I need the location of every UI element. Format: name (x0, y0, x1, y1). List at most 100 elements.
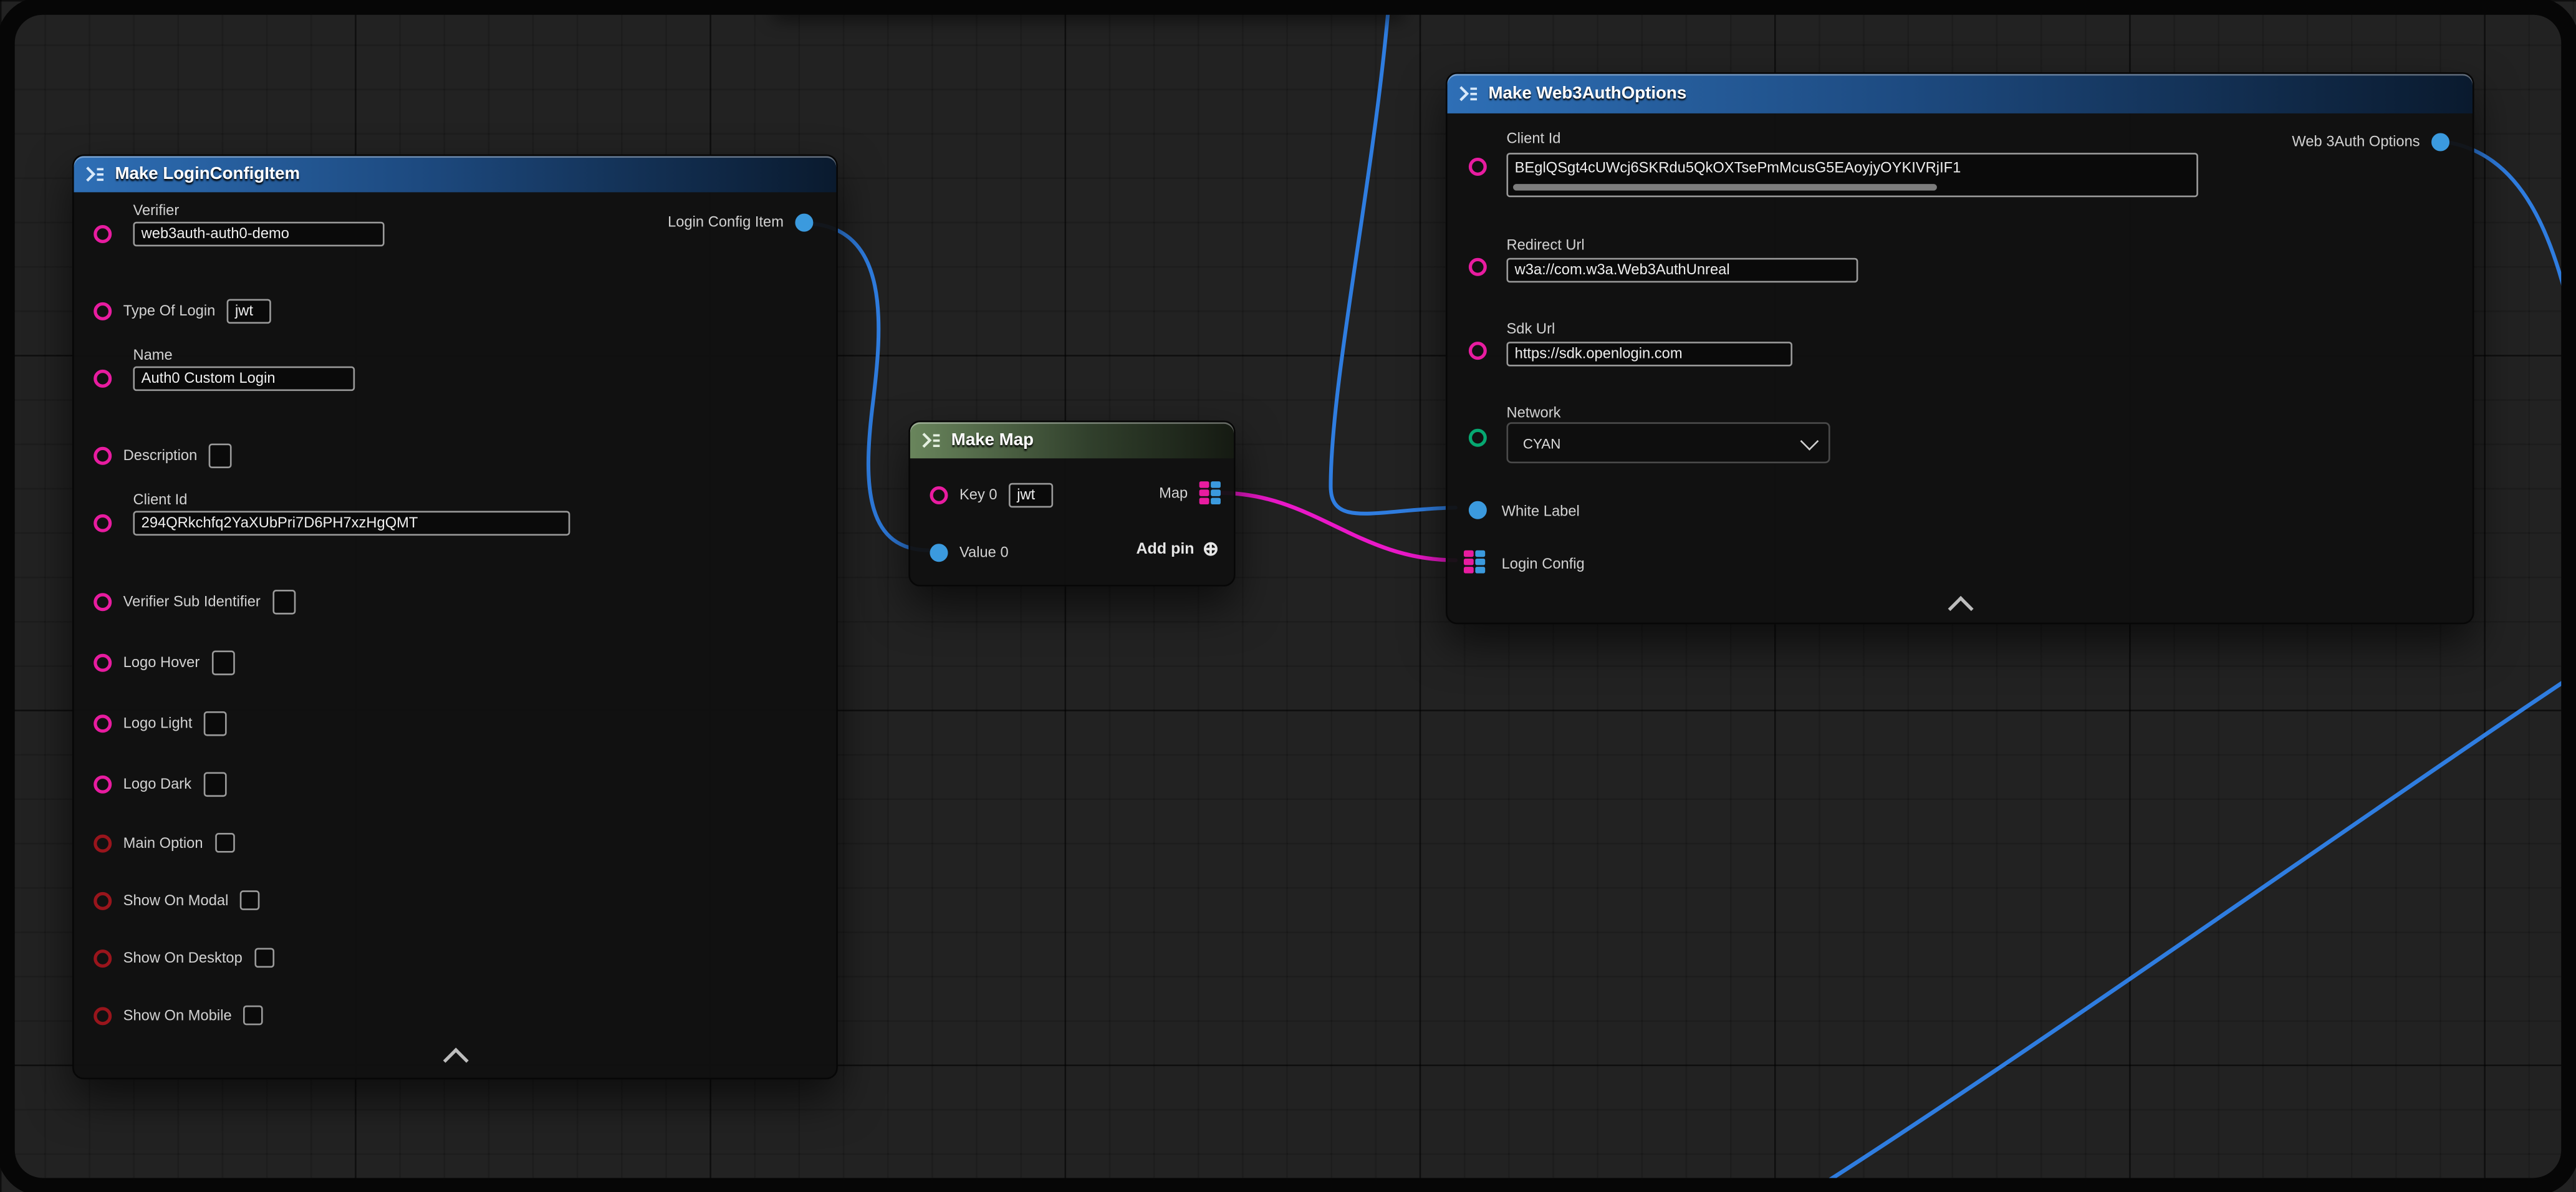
pin-label: Type Of Login (123, 302, 216, 319)
show-on-modal-pin[interactable] (94, 892, 112, 910)
verifier-sub-identifier-pin[interactable] (94, 592, 112, 610)
network-pin[interactable] (1469, 429, 1487, 447)
value0-pin[interactable] (930, 543, 948, 561)
verifier-sub-identifier-input[interactable] (272, 589, 295, 614)
logo-hover-pin[interactable] (94, 653, 112, 671)
node-header[interactable]: Make Map (910, 422, 1234, 458)
show-on-desktop-checkbox[interactable] (254, 948, 274, 968)
logo-light-input[interactable] (204, 711, 227, 736)
make-map-icon (921, 432, 941, 448)
pin-row-value0: Value 0 (930, 539, 1009, 565)
pin-row-logo-dark: Logo Dark (94, 771, 226, 797)
key0-input[interactable]: jwt (1009, 482, 1053, 507)
pin-label: Description (123, 447, 198, 463)
pin-label: Verifier (133, 202, 836, 218)
sdk-url-input[interactable]: https://sdk.openlogin.com (1506, 342, 1792, 367)
logo-dark-input[interactable] (203, 771, 226, 796)
name-pin[interactable] (94, 370, 112, 388)
key0-pin[interactable] (930, 486, 948, 504)
pin-label: Name (133, 347, 836, 363)
white-label-pin[interactable] (1469, 501, 1487, 519)
wire-top-to-white-label[interactable] (1331, 0, 1456, 514)
type-of-login-input[interactable]: jwt (227, 298, 271, 323)
pin-label: Show On Desktop (123, 949, 243, 966)
pin-label: Show On Mobile (123, 1007, 232, 1023)
pin-label: Value 0 (959, 544, 1009, 560)
client-id-input[interactable]: 294QRkchfq2YaXUbPri7D6PH7xzHgQMT (133, 511, 570, 536)
node-make-loginconfigitem[interactable]: Make LoginConfigItem Login Config Item V… (72, 155, 838, 1080)
pin-label: Show On Modal (123, 892, 229, 908)
logo-light-pin[interactable] (94, 714, 112, 732)
sdk-url-pin[interactable] (1469, 342, 1487, 360)
pin-label: Map (1159, 484, 1188, 501)
output-web3auth-options: Web 3Auth Options (2292, 132, 2449, 151)
redirect-url-pin[interactable] (1469, 258, 1487, 276)
client-id-label: Client Id (1506, 130, 1560, 146)
main-option-pin[interactable] (94, 834, 112, 852)
pin-label: Main Option (123, 835, 203, 851)
pin-label: Logo Hover (123, 654, 200, 670)
wire-map-to-login-config[interactable] (1219, 493, 1455, 560)
verifier-pin[interactable] (94, 225, 112, 243)
node-make-web3authoptions[interactable]: Make Web3AuthOptions Web 3Auth Options C… (1446, 72, 2474, 624)
map-output-pin[interactable] (1199, 481, 1221, 504)
network-value: CYAN (1523, 435, 1561, 451)
network-dropdown[interactable]: CYAN (1506, 422, 1830, 463)
node-header[interactable]: Make Web3AuthOptions (1448, 74, 2473, 113)
client-id-pin[interactable] (94, 514, 112, 532)
name-input[interactable]: Auth0 Custom Login (133, 367, 355, 392)
type-of-login-pin[interactable] (94, 302, 112, 320)
redirect-url-label: Redirect Url (1506, 236, 1584, 252)
pin-row-show-on-modal: Show On Modal (94, 887, 259, 913)
make-struct-icon (1459, 85, 1479, 102)
node-header[interactable]: Make LoginConfigItem (74, 156, 837, 192)
client-id-pin[interactable] (1469, 158, 1487, 176)
network-label: Network (1506, 404, 1560, 420)
collapse-chevron-icon[interactable] (447, 1048, 465, 1077)
output-map: Map (1159, 483, 1221, 503)
pin-label: Web 3Auth Options (2292, 133, 2420, 149)
sdk-url-label: Sdk Url (1506, 320, 1555, 337)
add-pin-icon: ⊕ (1203, 541, 1219, 557)
show-on-mobile-pin[interactable] (94, 1006, 112, 1024)
pin-label: Logo Light (123, 714, 193, 731)
pin-row-type-of-login: Type Of Login jwt (94, 297, 271, 324)
show-on-mobile-checkbox[interactable] (243, 1006, 263, 1026)
pin-row-name: Name Auth0 Custom Login (74, 347, 837, 391)
chevron-down-icon (1800, 431, 1819, 450)
login-config-label: Login Config (1502, 555, 1585, 572)
node-title: Make Web3AuthOptions (1488, 84, 1686, 103)
add-pin-button[interactable]: Add pin ⊕ (1136, 539, 1219, 559)
node-title: Make Map (951, 430, 1034, 450)
pin-label: Client Id (133, 491, 836, 507)
pin-row-logo-light: Logo Light (94, 709, 227, 736)
pin-row-key0: Key 0 jwt (930, 481, 1054, 507)
show-on-modal-checkbox[interactable] (240, 890, 260, 910)
wire-bottom-right[interactable] (1794, 667, 2576, 1192)
pin-row-show-on-desktop: Show On Desktop (94, 944, 274, 971)
show-on-desktop-pin[interactable] (94, 949, 112, 967)
client-id-input[interactable]: BEglQSgt4cUWcj6SKRdu5QkOXTsePmMcusG5EAoy… (1506, 153, 2198, 197)
logo-hover-input[interactable] (211, 650, 234, 675)
pin-row-verifier-sub-identifier: Verifier Sub Identifier (94, 588, 295, 614)
collapse-chevron-icon[interactable] (1952, 597, 1970, 626)
description-input[interactable] (209, 443, 232, 468)
main-option-checkbox[interactable] (214, 833, 234, 853)
make-struct-icon (85, 166, 105, 182)
verifier-input[interactable]: web3auth-auth0-demo (133, 222, 384, 247)
logo-dark-pin[interactable] (94, 774, 112, 792)
pin-row-show-on-mobile: Show On Mobile (94, 1002, 263, 1028)
client-id-scrollbar[interactable] (1513, 184, 1937, 191)
offscreen-node-edge[interactable] (772, 0, 1405, 13)
pin-row-main-option: Main Option (94, 830, 234, 856)
web3auth-options-output-pin[interactable] (2431, 132, 2449, 150)
node-make-map[interactable]: Make Map Key 0 jwt Value 0 Map Add pin ⊕ (908, 421, 1235, 587)
pin-row-client-id: Client Id 294QRkchfq2YaXUbPri7D6PH7xzHgQ… (74, 491, 837, 536)
redirect-url-input[interactable]: w3a://com.w3a.Web3AuthUnreal (1506, 258, 1858, 283)
node-title: Make LoginConfigItem (115, 165, 300, 185)
pin-label: Verifier Sub Identifier (123, 593, 261, 609)
blueprint-editor: Make LoginConfigItem Login Config Item V… (0, 0, 2576, 1192)
login-config-pin[interactable] (1464, 550, 1485, 574)
pin-row-description: Description (94, 442, 231, 468)
description-pin[interactable] (94, 446, 112, 464)
